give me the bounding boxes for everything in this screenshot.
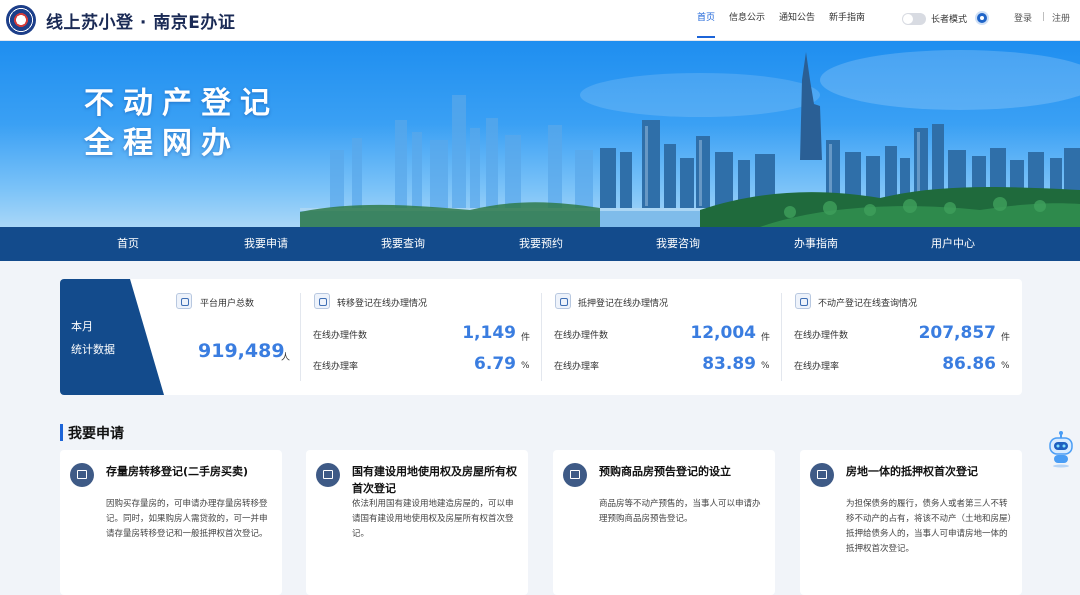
stats-divider bbox=[300, 293, 301, 381]
register-link[interactable]: 注册 bbox=[1052, 11, 1070, 24]
main-nav-appointment[interactable]: 我要预约 bbox=[519, 227, 563, 261]
transfer-count-label: 在线办理件数 bbox=[313, 331, 368, 341]
main-nav-home[interactable]: 首页 bbox=[117, 227, 139, 261]
section-accent-bar bbox=[60, 424, 63, 441]
monthly-stats-card: 本月 统计数据 平台用户总数 919,489 人 转移登记在线办理情况 在线办理… bbox=[60, 279, 1022, 395]
top-nav-home[interactable]: 首页 bbox=[697, 0, 716, 40]
service-card-first-registration[interactable]: 国有建设用地使用权及房屋所有权首次登记 依法利用国有建设用地建造房屋的，可以申请… bbox=[306, 450, 528, 595]
accessibility-icon[interactable] bbox=[975, 11, 989, 25]
transfer-count-value: 1,149 bbox=[462, 323, 516, 343]
main-nav-user-center[interactable]: 用户中心 bbox=[931, 227, 975, 261]
mortgage-rate-unit: % bbox=[761, 361, 770, 371]
elder-mode-label: 长者模式 bbox=[931, 15, 968, 25]
top-nav-info-disclosure[interactable]: 信息公示 bbox=[729, 0, 765, 40]
stats-divider bbox=[541, 293, 542, 381]
apply-section-title: 我要申请 bbox=[68, 426, 124, 442]
site-title[interactable]: 线上苏小登 · 南京E办证 bbox=[46, 8, 235, 33]
transfer-title: 转移登记在线办理情况 bbox=[337, 299, 428, 309]
service-card-title[interactable]: 预购商品房预告登记的设立 bbox=[599, 463, 769, 480]
transfer-registration-icon bbox=[314, 293, 330, 309]
top-nav: 首页 信息公示 通知公告 新手指南 bbox=[697, 0, 879, 40]
house-icon bbox=[316, 463, 340, 487]
transfer-rate-unit: % bbox=[521, 361, 530, 371]
registry-logo-icon[interactable] bbox=[6, 5, 36, 35]
query-rate-value: 86.86 bbox=[942, 354, 996, 374]
service-card-mortgage-first[interactable]: 房地一体的抵押权首次登记 为担保债务的履行，债务人或者第三人不转移不动产的占有，… bbox=[800, 450, 1022, 595]
mortgage-count-label: 在线办理件数 bbox=[554, 331, 609, 341]
stats-divider bbox=[781, 293, 782, 381]
top-nav-beginner-guide[interactable]: 新手指南 bbox=[829, 0, 865, 40]
service-card-presale-notice[interactable]: 预购商品房预告登记的设立 商品房等不动产预售的，当事人可以申请办理预购商品房预告… bbox=[553, 450, 775, 595]
hero-banner: 不动产登记 全程网办 bbox=[0, 40, 1080, 227]
banner-slogan-line1: 不动产登记 bbox=[84, 86, 279, 121]
query-count-unit: 件 bbox=[1001, 333, 1011, 343]
service-card-title[interactable]: 房地一体的抵押权首次登记 bbox=[846, 463, 1016, 480]
top-nav-notices[interactable]: 通知公告 bbox=[779, 0, 815, 40]
transfer-count-unit: 件 bbox=[521, 333, 531, 343]
banner-slogan-line2: 全程网办 bbox=[84, 126, 240, 161]
service-card-desc: 为担保债务的履行，债务人或者第三人不转移不动产的占有，将该不动产（土地和房屋）抵… bbox=[846, 499, 1012, 554]
query-title: 不动产登记在线查询情况 bbox=[818, 299, 918, 309]
service-card-desc: 商品房等不动产预售的，当事人可以申请办理预购商品房预告登记。 bbox=[599, 499, 761, 524]
login-link[interactable]: 登录 bbox=[1014, 11, 1032, 24]
mortgage-count-value: 12,004 bbox=[690, 323, 756, 343]
users-value: 919,489 bbox=[198, 340, 285, 362]
main-nav-apply[interactable]: 我要申请 bbox=[244, 227, 288, 261]
service-card-desc: 依法利用国有建设用地建造房屋的，可以申请国有建设用地使用权及房屋所有权首次登记。 bbox=[352, 499, 514, 539]
mortgage-icon bbox=[810, 463, 834, 487]
service-card-title[interactable]: 存量房转移登记(二手房买卖) bbox=[106, 463, 276, 480]
query-count-value: 207,857 bbox=[918, 323, 996, 343]
property-query-icon bbox=[795, 293, 811, 309]
query-rate-unit: % bbox=[1001, 361, 1010, 371]
stats-side-label-month: 本月 bbox=[71, 320, 93, 333]
service-card-title[interactable]: 国有建设用地使用权及房屋所有权首次登记 bbox=[352, 463, 522, 497]
main-nav-guide[interactable]: 办事指南 bbox=[794, 227, 838, 261]
main-nav-consult[interactable]: 我要咨询 bbox=[656, 227, 700, 261]
stats-side-label-data: 统计数据 bbox=[71, 343, 115, 356]
mortgage-rate-value: 83.89 bbox=[702, 354, 756, 374]
assistant-robot-icon[interactable] bbox=[1046, 428, 1076, 468]
toggle-knob bbox=[903, 14, 913, 24]
service-card-desc: 因购买存量房的，可申请办理存量房转移登记。同时，如果购房人需贷款的，可一并申请存… bbox=[106, 499, 268, 539]
transfer-rate-value: 6.79 bbox=[474, 354, 516, 374]
query-rate-label: 在线办理率 bbox=[794, 362, 840, 372]
document-icon bbox=[563, 463, 587, 487]
main-nav: 首页 我要申请 我要查询 我要预约 我要咨询 办事指南 用户中心 bbox=[0, 227, 1080, 261]
mortgage-count-unit: 件 bbox=[761, 333, 771, 343]
monitor-icon bbox=[555, 293, 571, 309]
user-icon bbox=[176, 293, 192, 309]
top-header: 线上苏小登 · 南京E办证 首页 信息公示 通知公告 新手指南 长者模式 登录 … bbox=[0, 0, 1080, 40]
stats-side-panel: 本月 统计数据 bbox=[60, 279, 164, 395]
transfer-rate-label: 在线办理率 bbox=[313, 362, 359, 372]
query-count-label: 在线办理件数 bbox=[794, 331, 849, 341]
service-card-resale-transfer[interactable]: 存量房转移登记(二手房买卖) 因购买存量房的，可申请办理存量房转移登记。同时，如… bbox=[60, 450, 282, 595]
users-unit: 人 bbox=[281, 353, 291, 363]
elder-mode-toggle[interactable] bbox=[902, 13, 926, 25]
mortgage-rate-label: 在线办理率 bbox=[554, 362, 600, 372]
users-title: 平台用户总数 bbox=[200, 299, 255, 309]
house-transfer-icon bbox=[70, 463, 94, 487]
header-separator: | bbox=[1042, 12, 1046, 22]
mortgage-title: 抵押登记在线办理情况 bbox=[578, 299, 669, 309]
main-nav-query[interactable]: 我要查询 bbox=[381, 227, 425, 261]
